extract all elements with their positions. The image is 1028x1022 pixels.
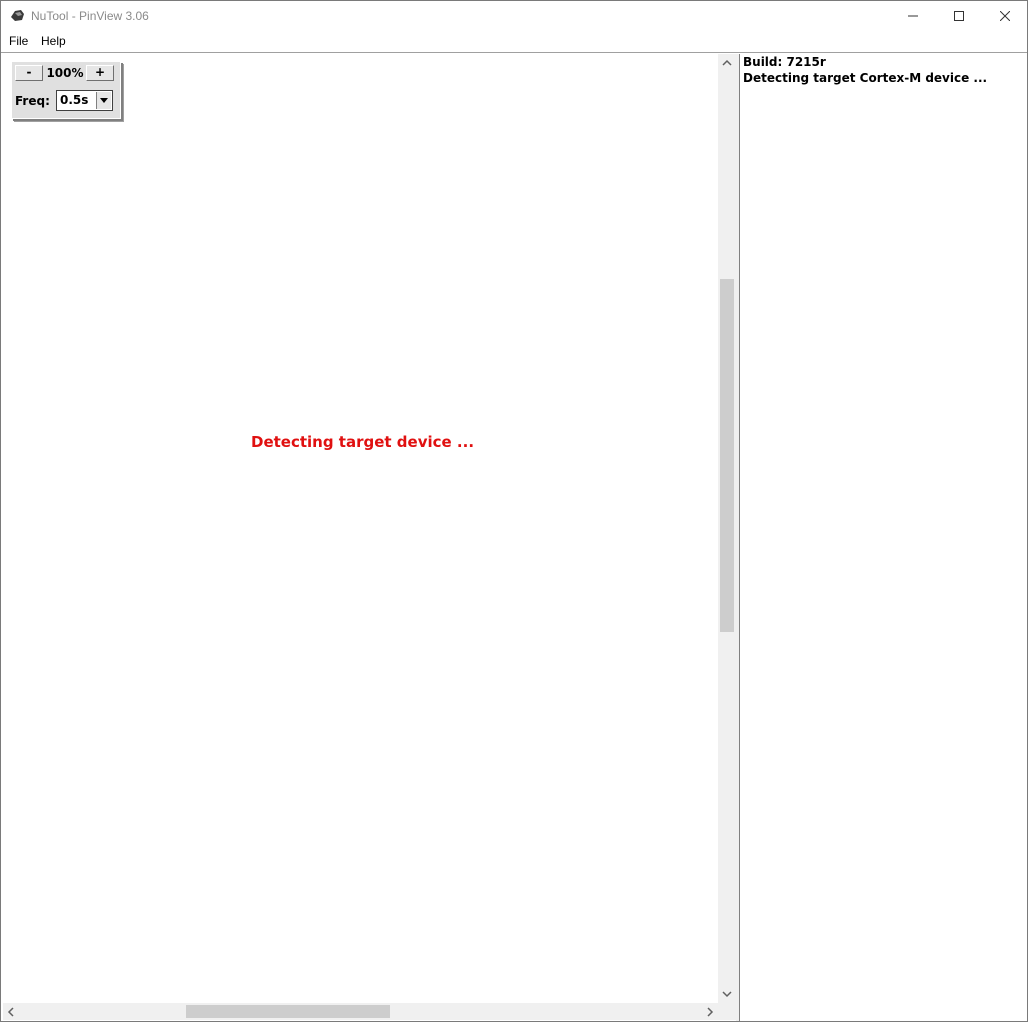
vertical-scrollbar[interactable] (718, 54, 736, 1003)
nutool-app-icon[interactable] (9, 8, 26, 23)
scroll-right-icon[interactable] (707, 1007, 714, 1017)
freq-label: Freq: (15, 94, 50, 108)
dropdown-arrow-button[interactable] (96, 92, 111, 109)
maximize-icon (954, 11, 964, 21)
scroll-up-icon[interactable] (722, 59, 732, 66)
menu-separator (1, 52, 1027, 53)
freq-dropdown[interactable]: 0.5s (56, 90, 113, 111)
close-button[interactable] (982, 1, 1027, 31)
window-title: NuTool - PinView 3.06 (31, 9, 149, 23)
scrollbar-corner (718, 1003, 736, 1020)
minimize-button[interactable] (890, 1, 936, 31)
log-line: Detecting target Cortex-M device ... (743, 71, 988, 85)
scroll-down-icon[interactable] (722, 991, 732, 998)
minimize-icon (908, 15, 918, 17)
horizontal-scrollbar[interactable] (3, 1003, 718, 1020)
chevron-down-icon (100, 98, 108, 103)
detecting-status-message: Detecting target device ... (251, 433, 475, 451)
close-icon (1000, 11, 1010, 21)
zoom-out-button[interactable]: - (15, 65, 43, 81)
zoom-in-button[interactable]: + (86, 65, 114, 81)
zoom-level: 100% (46, 66, 84, 80)
zoom-freq-toolbox[interactable]: - 100% + Freq: 0.5s (11, 61, 121, 119)
log-output-pane[interactable]: Build: 7215r Detecting target Cortex-M d… (740, 54, 1026, 1020)
app-window: NuTool - PinView 3.06 File Help - 100% +… (0, 0, 1028, 1022)
menu-file[interactable]: File (9, 34, 28, 48)
menu-bar: File Help (1, 31, 1027, 51)
scroll-left-icon[interactable] (7, 1007, 14, 1017)
freq-value: 0.5s (60, 93, 89, 107)
log-line: Build: 7215r (743, 55, 826, 69)
pin-view-pane[interactable]: - 100% + Freq: 0.5s Detecting target dev… (3, 54, 718, 1003)
title-bar[interactable]: NuTool - PinView 3.06 (1, 1, 1027, 31)
vertical-scroll-thumb[interactable] (720, 279, 734, 632)
maximize-button[interactable] (936, 1, 982, 31)
horizontal-scroll-thumb[interactable] (186, 1005, 390, 1018)
menu-help[interactable]: Help (41, 34, 66, 48)
